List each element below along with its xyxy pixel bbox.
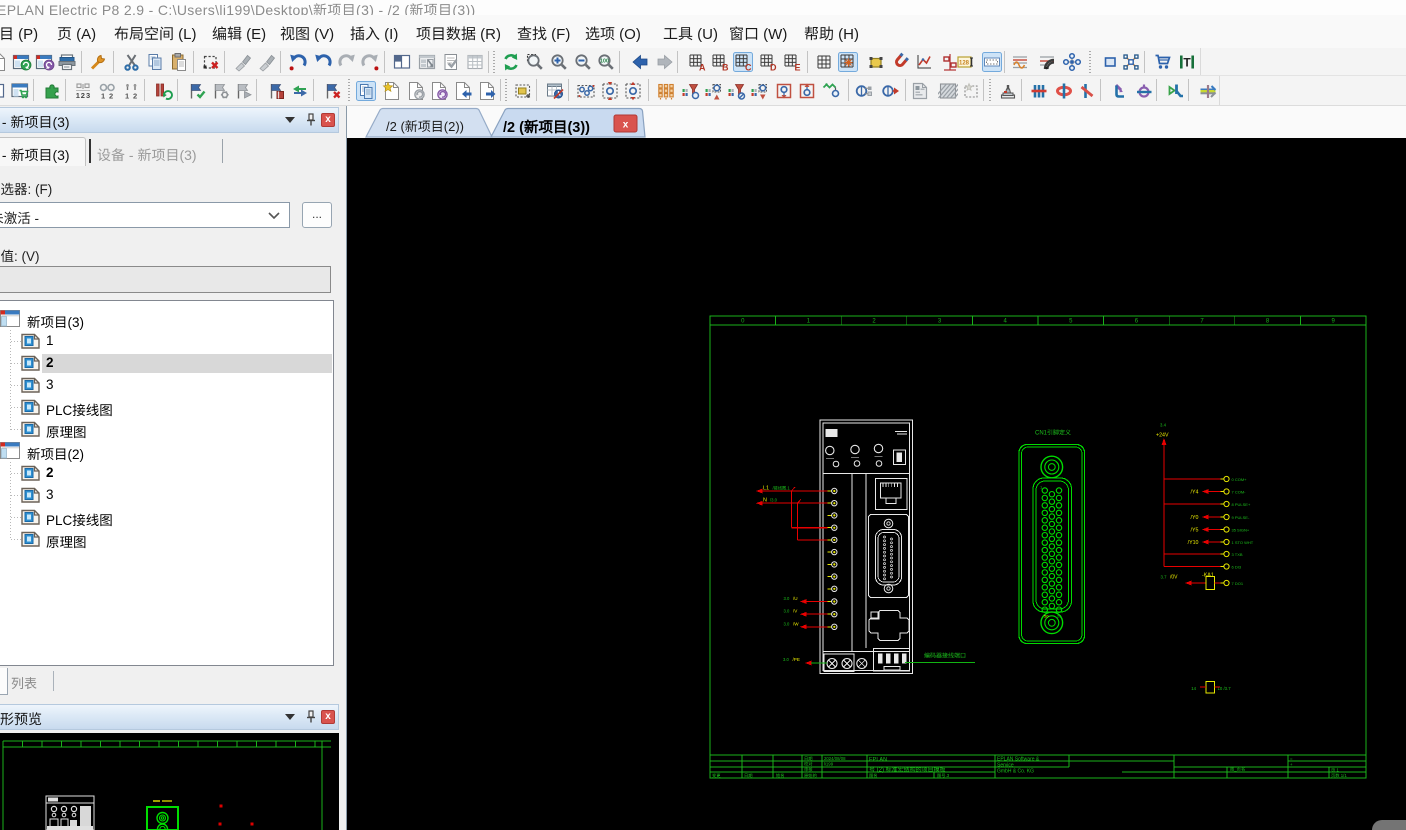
svg-text:/0V: /0V <box>1170 575 1178 581</box>
svg-text:6 DI3: 6 DI3 <box>1232 564 1242 569</box>
svg-text:9 PULSE-: 9 PULSE- <box>1232 515 1250 520</box>
svg-text:A: A <box>699 63 706 73</box>
svg-text:3 TXB: 3 TXB <box>1232 552 1243 557</box>
svg-text:1: 1 <box>125 92 129 101</box>
svg-text:D: D <box>770 63 777 73</box>
svg-text:3.4: 3.4 <box>1160 423 1167 428</box>
svg-text:页 1: 页 1 <box>1331 768 1339 773</box>
svg-text:7: 7 <box>1200 319 1204 325</box>
svg-text:14: 14 <box>1191 686 1196 691</box>
svg-text:原始的: 原始的 <box>804 773 817 778</box>
svg-text:7 COM-: 7 COM- <box>1232 489 1247 494</box>
svg-text:2: 2 <box>133 92 137 101</box>
svg-text:1: 1 <box>101 92 105 101</box>
svg-text:1: 1 <box>76 91 80 100</box>
svg-text:日期: 日期 <box>804 756 813 761</box>
svg-text:26: 26 <box>1057 614 1062 619</box>
svg-text:100: 100 <box>600 59 609 65</box>
svg-text:/Y4: /Y4 <box>1191 490 1199 496</box>
svg-text:1 STO WHT: 1 STO WHT <box>1232 540 1254 545</box>
svg-text:/3.0: /3.0 <box>770 498 778 503</box>
svg-text:日期: 日期 <box>744 773 753 778</box>
svg-text:+: + <box>1290 762 1293 767</box>
svg-text:0: 0 <box>741 319 745 325</box>
svg-text:/PE: /PE <box>793 657 800 662</box>
svg-text:3.7: 3.7 <box>1161 575 1168 580</box>
svg-text:0 COM+: 0 COM+ <box>1232 477 1248 482</box>
svg-text:C: C <box>745 63 752 73</box>
svg-text:2: 2 <box>872 319 876 325</box>
svg-text:姓名: 姓名 <box>776 773 785 778</box>
svg-text:N: N <box>763 498 767 504</box>
svg-text:审核: 审核 <box>804 767 813 772</box>
svg-text:+24V: +24V <box>1156 433 1169 439</box>
svg-text:6: 6 <box>1135 319 1139 325</box>
svg-text:CN1引脚定义: CN1引脚定义 <box>1035 429 1071 437</box>
svg-text:8: 8 <box>1266 319 1270 325</box>
svg-text:li199: li199 <box>824 762 834 767</box>
svg-text:E: E <box>794 63 800 73</box>
svg-text:=: = <box>1290 756 1293 761</box>
svg-text:/V: /V <box>793 609 798 614</box>
svg-text:8 PULSE+: 8 PULSE+ <box>1232 502 1251 507</box>
svg-text:L1: L1 <box>763 486 769 492</box>
svg-text:3: 3 <box>938 319 942 325</box>
svg-text:3.0: 3.0 <box>784 609 790 614</box>
svg-text:x: x <box>623 120 629 131</box>
svg-text:50: 50 <box>1044 614 1049 619</box>
svg-text:/W: /W <box>793 621 799 626</box>
svg-text:变更: 变更 <box>712 773 721 778</box>
svg-text:/U: /U <box>793 596 798 601</box>
svg-text:/2 (新项目(3)): /2 (新项目(3)) <box>503 119 590 136</box>
svg-text:图_页名: 图_页名 <box>1230 767 1245 772</box>
svg-text:2024/08/08: 2024/08/08 <box>824 756 846 761</box>
svg-text:校对: 校对 <box>804 762 813 767</box>
svg-text:编码器接线端口: 编码器接线端口 <box>924 652 966 660</box>
svg-text:-KA1: -KA1 <box>1202 573 1214 579</box>
svg-text:5: 5 <box>1069 319 1073 325</box>
svg-text:35 SIGN+: 35 SIGN+ <box>1232 527 1250 532</box>
svg-text:/2 (新项目(2)): /2 (新项目(2)) <box>386 119 464 134</box>
svg-text:/Y0: /Y0 <box>1191 515 1199 521</box>
svg-text:2: 2 <box>81 91 85 100</box>
svg-text:4: 4 <box>1004 319 1008 325</box>
svg-text:EPLAN: EPLAN <box>869 757 887 763</box>
svg-text:7 DO1: 7 DO1 <box>1232 581 1244 586</box>
svg-text:2: 2 <box>109 92 113 101</box>
svg-text:3.0: 3.0 <box>784 596 790 601</box>
svg-text:3.0: 3.0 <box>784 621 790 626</box>
svg-text:9: 9 <box>1332 319 1336 325</box>
svg-text:图号.3: 图号.3 <box>937 773 950 778</box>
svg-text:/Y5: /Y5 <box>1191 528 1199 534</box>
svg-text:3.0: 3.0 <box>783 657 789 662</box>
svg-text:3: 3 <box>86 91 90 100</box>
svg-text:128: 128 <box>959 61 970 67</box>
svg-text:B: B <box>722 63 729 73</box>
svg-text:T: T <box>1183 56 1191 70</box>
svg-text:图名: 图名 <box>869 773 878 778</box>
svg-text:号 (2) 标准宏结构的项目模板: 号 (2) 标准宏结构的项目模板 <box>869 766 946 774</box>
svg-text:/接线图.1: /接线图.1 <box>773 486 791 491</box>
svg-text:/Y10: /Y10 <box>1188 540 1199 546</box>
svg-text:页数 1/1: 页数 1/1 <box>1331 773 1347 778</box>
svg-text:GmbH & Co. KG: GmbH & Co. KG <box>997 769 1034 775</box>
svg-text:1: 1 <box>807 319 811 325</box>
